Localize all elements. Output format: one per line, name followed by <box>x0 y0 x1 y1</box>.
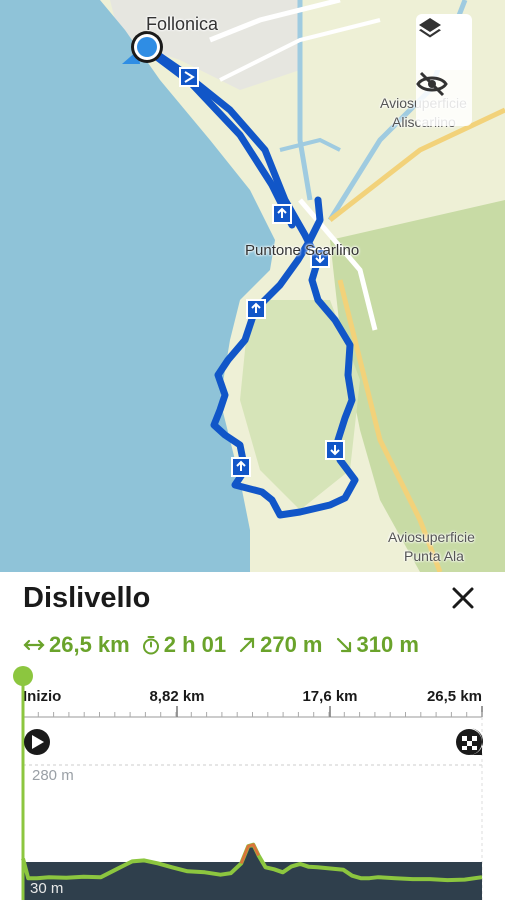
stopwatch-icon <box>142 636 159 655</box>
y-label-bottom: 30 m <box>30 880 63 897</box>
map-label-airfield: Aviosuperficie <box>388 529 475 545</box>
descent-stat: 310 m <box>335 632 419 658</box>
eye-off-icon <box>416 71 448 97</box>
distance-stat: 26,5 km <box>23 632 130 658</box>
layers-icon <box>419 18 441 38</box>
layers-button[interactable] <box>416 14 472 70</box>
x-axis-ticks <box>22 706 483 717</box>
x-axis-tick-labels: Inizio 8,82 km 17,6 km 26,5 km <box>23 688 482 705</box>
elevation-chart[interactable]: Inizio 8,82 km 17,6 km 26,5 km 280 m 30 m <box>0 662 505 900</box>
distance-icon <box>23 639 45 651</box>
x-tick-label: 8,82 km <box>149 688 204 705</box>
descent-value: 310 m <box>356 632 419 657</box>
elevation-panel: Dislivello 26,5 km 2 h 01 270 m 310 m In… <box>0 572 505 900</box>
panel-title: Dislivello <box>23 582 151 614</box>
map-label-town: Follonica <box>146 14 219 34</box>
ascent-icon <box>240 637 255 653</box>
position-cursor-handle[interactable] <box>13 666 33 686</box>
map-label-airfield: Punta Ala <box>404 548 464 564</box>
stats-row: 26,5 km 2 h 01 270 m 310 m <box>23 632 431 658</box>
x-tick-label: 26,5 km <box>427 688 482 705</box>
distance-value: 26,5 km <box>49 632 130 657</box>
close-icon <box>452 587 474 609</box>
duration-value: 2 h 01 <box>163 632 227 657</box>
ascent-value: 270 m <box>260 632 323 657</box>
direction-marker <box>179 67 199 87</box>
ascent-stat: 270 m <box>238 632 323 658</box>
close-button[interactable] <box>449 584 477 612</box>
map-label-place: Puntone Scarlino <box>245 242 360 259</box>
start-flag-icon <box>24 729 50 755</box>
map-view[interactable]: Follonica Puntone Scarlino Aviosuperfici… <box>0 0 505 572</box>
y-label-top: 280 m <box>32 767 74 784</box>
x-tick-label: 17,6 km <box>302 688 357 705</box>
descent-icon <box>336 637 351 653</box>
visibility-toggle-button[interactable] <box>416 70 472 126</box>
x-tick-label: Inizio <box>23 688 61 705</box>
duration-stat: 2 h 01 <box>142 632 226 658</box>
